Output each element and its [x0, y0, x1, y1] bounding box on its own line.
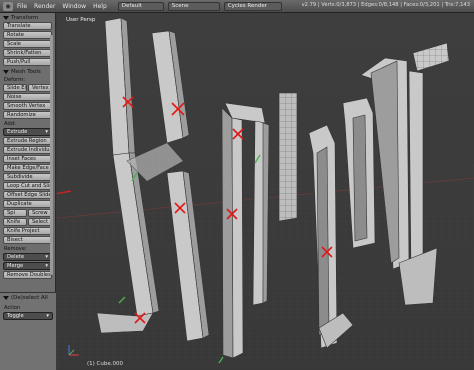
deselect-all-header[interactable]: (De)select All: [0, 293, 56, 302]
noise-button[interactable]: Noise: [3, 93, 52, 101]
add-label: Add:: [4, 121, 16, 127]
menu-help[interactable]: Help: [93, 3, 107, 10]
knife-button[interactable]: Knife: [3, 218, 27, 226]
collapse-arrow-icon: [3, 15, 9, 20]
viewport-canvas[interactable]: [57, 13, 474, 370]
viewport-view-label: User Persp: [66, 17, 96, 23]
make-edge-face-button[interactable]: Make Edge/Face: [3, 164, 52, 172]
dropdown-arrow-icon: ▾: [45, 129, 48, 135]
last-operator-panel: (De)select All Action Toggle ▾: [0, 292, 56, 370]
randomize-button[interactable]: Randomize: [3, 111, 52, 119]
delete-select-value: Delete: [7, 254, 25, 260]
delete-select[interactable]: Delete ▾: [3, 253, 52, 261]
inset-faces-button[interactable]: Inset Faces: [3, 155, 52, 163]
extrude-select[interactable]: Extrude ▾: [3, 128, 52, 136]
dropdown-arrow-icon: ▾: [46, 313, 49, 319]
deselect-all-label: (De)select All: [11, 294, 48, 301]
blender-icon[interactable]: ◉: [3, 1, 13, 11]
action-select-value: Toggle: [7, 313, 24, 319]
push-pull-button[interactable]: Push/Pull: [3, 58, 52, 66]
dropdown-arrow-icon: ▾: [45, 263, 48, 269]
extrude-region-button[interactable]: Extrude Region: [3, 137, 52, 145]
remove-doubles-button[interactable]: Remove Doubles: [3, 271, 52, 279]
layout-value: Default: [121, 3, 142, 9]
menu-window[interactable]: Window: [62, 3, 86, 10]
translate-button[interactable]: Translate: [3, 22, 52, 30]
deform-label: Deform:: [4, 77, 26, 83]
menu-file[interactable]: File: [17, 3, 27, 10]
3d-viewport[interactable]: User Persp (1) Cube.000: [57, 13, 474, 370]
slide-vertex-button[interactable]: Vertex: [28, 84, 52, 92]
offset-edge-slide-button[interactable]: Offset Edge Slide: [3, 191, 52, 199]
render-engine-dropdown[interactable]: Cycles Render: [223, 1, 282, 11]
scene-dropdown[interactable]: Scene: [167, 1, 220, 11]
knife-select-button[interactable]: Select: [28, 218, 52, 226]
slide-row: Slide Ed Vertex: [3, 84, 52, 92]
extrude-select-value: Extrude: [7, 129, 28, 135]
spin-row: Spi Screw: [3, 209, 52, 217]
scene-stats: v2.79 | Verts:0/3,873 | Edges:0/8,148 | …: [301, 2, 470, 8]
shrink-fatten-button[interactable]: Shrink/Fatten: [3, 49, 52, 57]
scale-button[interactable]: Scale: [3, 40, 52, 48]
remove-label: Remove:: [4, 246, 27, 252]
collapse-arrow-icon: [3, 295, 9, 300]
merge-select-value: Merge: [7, 263, 24, 269]
duplicate-button[interactable]: Duplicate: [3, 200, 52, 208]
mesh-tools-header-label: Mesh Tools: [11, 68, 41, 75]
dropdown-arrow-icon: ▾: [45, 254, 48, 260]
collapse-arrow-icon: [3, 69, 9, 74]
mesh-tools-panel-header[interactable]: Mesh Tools: [0, 67, 55, 76]
merge-select[interactable]: Merge ▾: [3, 262, 52, 270]
scene-value: Scene: [171, 3, 189, 9]
subdivide-button[interactable]: Subdivide: [3, 173, 52, 181]
layout-dropdown[interactable]: Default: [117, 1, 164, 11]
active-object-label: (1) Cube.000: [87, 361, 123, 367]
spin-button[interactable]: Spi: [3, 209, 27, 217]
bisect-button[interactable]: Bisect: [3, 236, 52, 244]
menu-render[interactable]: Render: [34, 3, 55, 10]
action-select[interactable]: Toggle ▾: [3, 312, 53, 320]
extrude-individual-button[interactable]: Extrude Individual: [3, 146, 52, 154]
main-menu: File Render Window Help: [17, 3, 114, 10]
engine-value: Cycles Render: [227, 3, 268, 9]
transform-header-label: Transform: [11, 14, 39, 21]
smooth-vertex-button[interactable]: Smooth Vertex: [3, 102, 52, 110]
info-header: ◉ File Render Window Help Default Scene …: [0, 0, 474, 13]
transform-panel-header[interactable]: Transform: [0, 13, 55, 22]
knife-row: Knife Select: [3, 218, 52, 226]
rotate-button[interactable]: Rotate: [3, 31, 52, 39]
loop-cut-slide-button[interactable]: Loop Cut and Slide: [3, 182, 52, 190]
slide-edge-button[interactable]: Slide Ed: [3, 84, 27, 92]
screw-button[interactable]: Screw: [28, 209, 52, 217]
knife-project-button[interactable]: Knife Project: [3, 227, 52, 235]
tool-shelf-scrollbar[interactable]: [50, 35, 53, 275]
action-label: Action: [4, 305, 21, 311]
